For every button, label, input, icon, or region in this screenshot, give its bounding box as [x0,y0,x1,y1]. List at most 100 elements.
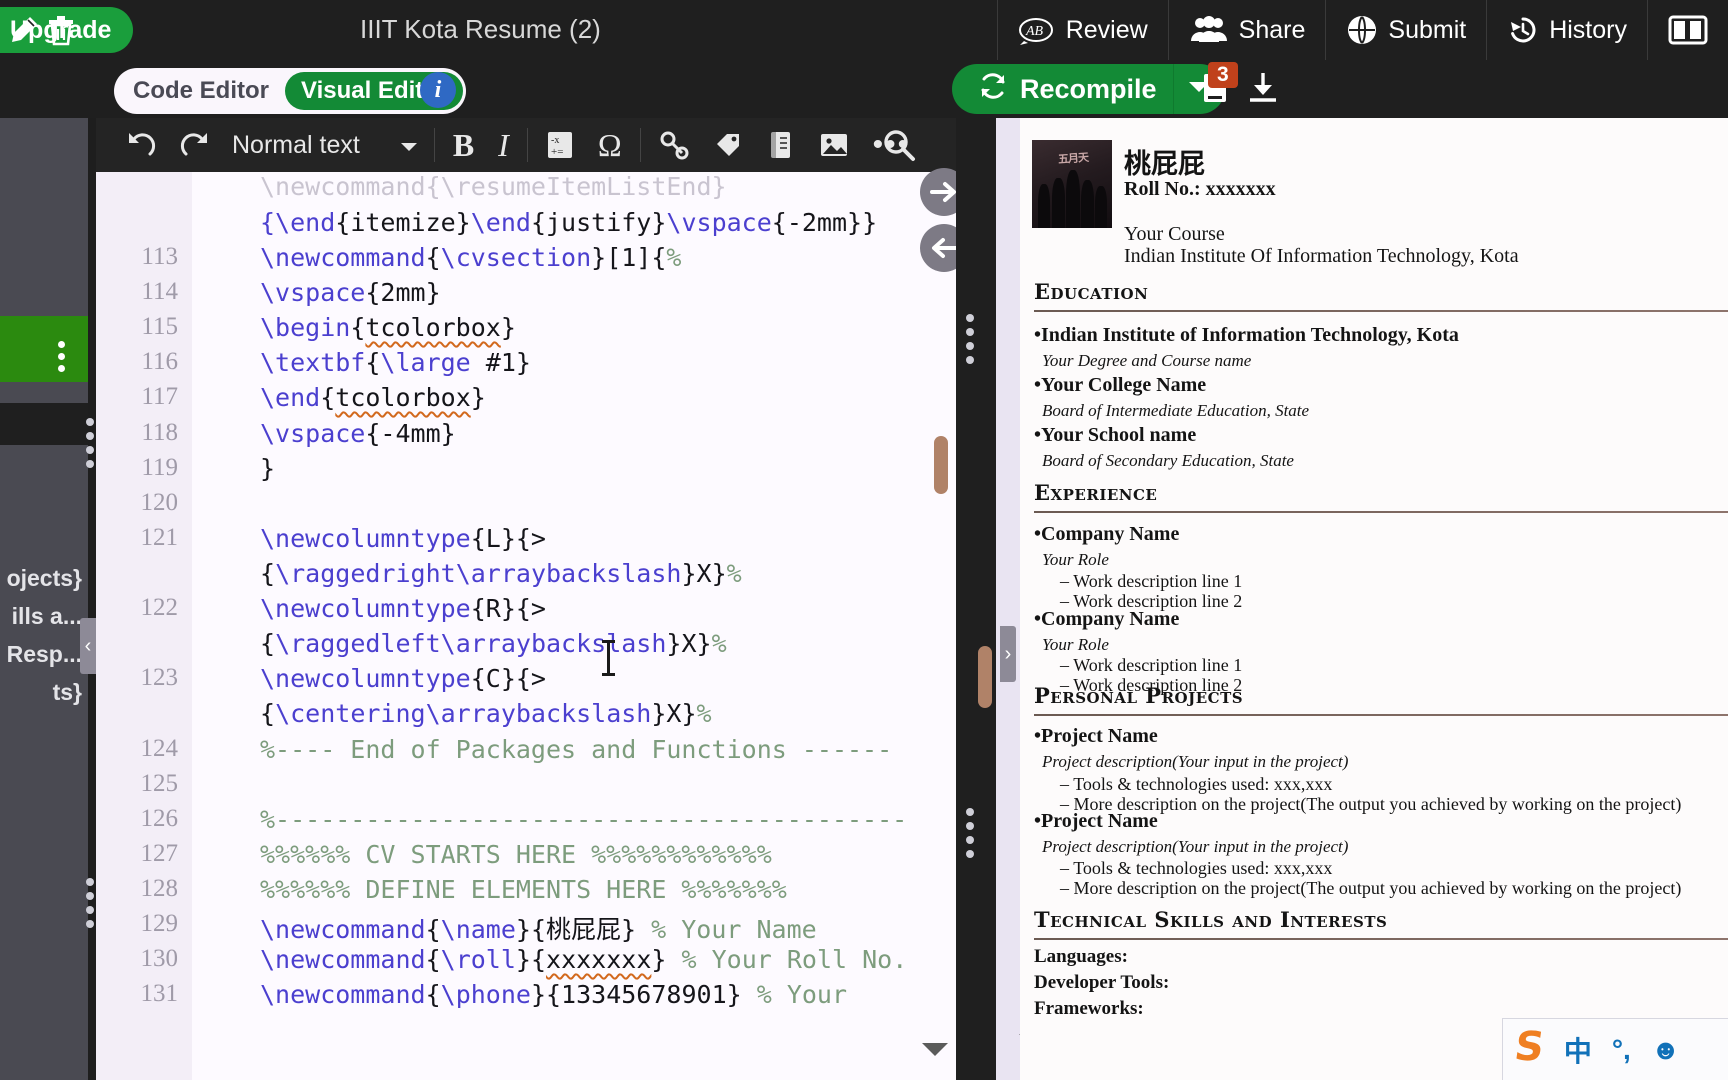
info-icon[interactable]: i [420,72,456,108]
ime-language-mode-button[interactable]: 中 [1564,1030,1592,1070]
code-line[interactable]: \vspace{-4mm} [260,419,456,448]
code-line[interactable]: \newcommand{\resumeItemListEnd} [260,172,727,201]
history-button[interactable]: History [1486,0,1647,60]
download-icon[interactable] [1246,70,1280,111]
expand-preview-button[interactable]: › [1000,626,1016,682]
link-icon[interactable] [647,118,701,172]
code-line[interactable]: %---------------------------------------… [260,805,907,834]
code-line[interactable]: {\raggedright\arraybackslash}X}% [260,559,742,588]
file-tree-selected-item[interactable] [0,316,88,382]
code-line[interactable]: {\centering\arraybackslash}X}% [260,699,712,728]
panel-resize-handle-bottom[interactable] [86,878,94,928]
italic-button[interactable]: I [486,118,521,172]
code-text-area[interactable]: \newcommand{\resumeItemListEnd} {\end{ite… [192,172,956,1080]
edu-entry-sub-0: Your Degree and Course name [1042,351,1252,370]
pdf-rendered-page[interactable]: 五月天 桃屁屁 Roll No.: xxxxxxx Your Course In… [1020,118,1728,1080]
editor-vertical-scrollbar[interactable] [934,436,948,494]
image-icon[interactable] [807,118,861,172]
code-token: {L}{> [470,524,546,553]
proj-bullet-0-0: – Tools & technologies used: xxx,xxx [1060,774,1333,794]
code-editor-tab[interactable]: Code Editor [117,72,285,110]
code-line[interactable]: \end{tcolorbox} [260,383,486,412]
section-heading-skills: Technical Skills and Interests [1034,907,1388,932]
paragraph-style-select[interactable]: Normal text [222,131,428,160]
search-icon[interactable] [882,128,916,167]
code-line[interactable]: } [260,454,275,483]
share-label: Share [1238,15,1306,44]
code-line[interactable]: \newcommand{\name}{桃屁屁} % Your Name [260,910,817,946]
outline-item-0[interactable]: ojects} [7,565,88,592]
code-token: \newcommand [260,243,426,272]
code-line[interactable]: %%%%%% DEFINE ELEMENTS HERE %%%%%%% [260,875,787,904]
exp-bullet-0-0: – Work description line 1 [1060,571,1243,591]
editor-mode-switch[interactable]: Code Editor Visual Editor [114,68,467,114]
history-label: History [1549,15,1627,44]
code-token: %---- End of Packages and Functions ----… [260,735,893,764]
outline-item-2[interactable]: Resp... [7,641,88,668]
sogou-logo-icon[interactable]: S [1512,1024,1547,1070]
code-line[interactable]: \newcommand{\phone}{13345678901} % Your [260,980,847,1009]
panel-resize-handle-top[interactable] [86,418,94,468]
outline-item-3[interactable]: ts} [53,679,88,706]
recompile-button[interactable]: Recompile [952,64,1173,114]
code-token: \textbf [260,348,366,377]
line-number: 118 [141,419,178,446]
line-number: 114 [141,278,178,305]
line-number: 117 [141,383,178,410]
photo-caption: 五月天 [1057,151,1089,167]
document-title: IIIT Kota Resume (2) [360,14,601,44]
redo-icon[interactable] [168,118,222,172]
section-rule-projects [1034,714,1728,716]
undo-icon[interactable] [114,118,168,172]
code-line[interactable]: \vspace{2mm} [260,278,441,307]
toolbar-divider [526,128,528,162]
code-line[interactable]: \newcommand{\cvsection}[1]{% [260,243,681,272]
pencil-icon[interactable] [8,14,40,51]
outline-item-1[interactable]: ills a... [12,603,88,630]
code-line[interactable]: \newcolumntype{L}{> [260,524,546,553]
collapse-left-panel-button[interactable]: ‹ [80,618,96,674]
ime-punctuation-button[interactable]: °, [1612,1034,1631,1066]
preview-scrollbar-thumb[interactable] [978,646,992,708]
code-line[interactable]: %---- End of Packages and Functions ----… [260,735,892,764]
code-token: } [651,945,667,974]
tag-icon[interactable] [701,118,755,172]
code-line[interactable]: {\raggedleft\arraybackslash}X}% [260,629,727,658]
chevron-down-icon[interactable] [920,1035,950,1066]
code-line[interactable]: \begin{tcolorbox} [260,313,516,342]
code-line[interactable]: %%%%%% CV STARTS HERE %%%%%%%%%%%% [260,840,772,869]
review-button[interactable]: AB Review [996,0,1168,60]
code-token: %---------------------------------------… [260,805,908,834]
vertical-dots-icon[interactable] [58,341,65,372]
code-token: }{ [515,945,547,974]
symbol-omega-icon[interactable]: Ω [586,118,634,172]
code-line[interactable]: \textbf{\large #1} [260,348,531,377]
preview-resize-handle-bottom[interactable] [966,808,974,858]
code-line[interactable]: \newcolumntype{R}{> [260,594,546,623]
ime-emoji-button[interactable]: ☻ [1651,1034,1680,1066]
math-formula-icon[interactable]: -x += [534,118,586,172]
share-button[interactable]: Share [1167,0,1326,60]
document-outline-panel[interactable]: ojects} ills a... Resp... ts} [0,445,88,1080]
submit-globe-icon [1346,14,1378,46]
code-token: \newcommand [260,915,426,944]
section-heading-projects: Personal Projects [1034,683,1244,708]
edu-entry-sub-1: Board of Intermediate Education, State [1042,401,1310,420]
sogou-ime-toolbar[interactable]: S 中 °, ☻ [1502,1018,1728,1080]
code-line[interactable]: \newcommand{\roll}{xxxxxxx} % Your Roll … [260,945,907,974]
code-line[interactable]: {\end{itemize}\end{justify}\vspace{-2mm}… [260,208,877,237]
code-line[interactable]: \newcolumntype{C}{> [260,664,546,693]
proj-entry-sub-0: Project description(Your input in the pr… [1042,752,1349,771]
bibliography-icon[interactable] [755,118,807,172]
submit-button[interactable]: Submit [1325,0,1486,60]
layout-toggle-button[interactable] [1647,0,1728,60]
code-token: \newcolumntype [260,664,471,693]
bold-button[interactable]: B [441,118,486,172]
trash-icon[interactable] [46,14,76,51]
proj-entry-title-0: •Project Name [1034,725,1158,747]
skill-row-2: Frameworks: [1034,998,1144,1019]
pdf-preview-panel: › 五月天 桃屁屁 Roll No.: xxxxxxx Your Course … [956,118,1728,1080]
preview-resize-handle-top[interactable] [966,314,974,364]
line-number: 121 [140,524,179,551]
preview-scroll-column[interactable] [996,118,1039,1080]
